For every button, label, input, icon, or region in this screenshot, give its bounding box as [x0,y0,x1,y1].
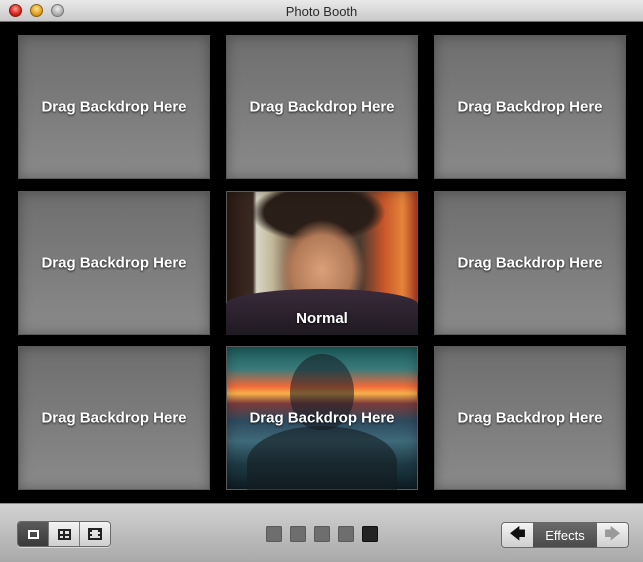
backdrop-drop-tile[interactable]: Drag Backdrop Here [18,346,210,490]
photo-booth-window: Photo Booth Drag Backdrop Here Drag Back… [0,0,643,562]
four-up-mode-button[interactable] [49,522,80,546]
page-dot-current[interactable] [362,526,378,542]
backdrop-drop-tile[interactable]: Drag Backdrop Here [18,35,210,179]
page-dot[interactable] [314,526,330,542]
tile-label: Drag Backdrop Here [41,254,187,272]
movie-icon [88,528,102,540]
bottom-toolbar: 🡄 Effects 🡆 [0,503,643,562]
movie-mode-button[interactable] [80,522,110,546]
effects-control: 🡄 Effects 🡆 [501,522,629,548]
tile-label: Normal [296,310,348,327]
effects-grid: Drag Backdrop Here Drag Backdrop Here Dr… [0,22,643,503]
page-dot[interactable] [338,526,354,542]
page-dot[interactable] [266,526,282,542]
tile-label: Drag Backdrop Here [41,98,187,116]
tile-label: Drag Backdrop Here [249,409,395,427]
backdrop-drop-tile[interactable]: Drag Backdrop Here [226,35,418,179]
sunset-backdrop-tile[interactable]: Drag Backdrop Here [226,346,418,490]
person-silhouette-body [247,426,397,490]
page-dot[interactable] [290,526,306,542]
effects-page-indicator [266,526,378,542]
grid-icon [57,528,71,540]
effects-button[interactable]: Effects [533,523,597,547]
single-photo-icon [27,529,39,539]
next-page-button[interactable]: 🡆 [597,523,628,547]
single-photo-mode-button[interactable] [18,522,49,546]
previous-page-button[interactable]: 🡄 [502,523,533,547]
tile-label: Drag Backdrop Here [457,409,603,427]
title-bar[interactable]: Photo Booth [0,0,643,22]
backdrop-drop-tile[interactable]: Drag Backdrop Here [434,191,626,335]
backdrop-drop-tile[interactable]: Drag Backdrop Here [18,191,210,335]
tile-label: Drag Backdrop Here [457,254,603,272]
window-title: Photo Booth [285,4,358,19]
right-arrow-icon: 🡆 [604,526,621,543]
tile-label: Drag Backdrop Here [41,409,187,427]
tile-label: Drag Backdrop Here [249,98,395,116]
tile-label: Drag Backdrop Here [457,98,603,116]
normal-effect-preview[interactable]: Normal [226,191,418,335]
backdrop-drop-tile[interactable]: Drag Backdrop Here [434,346,626,490]
view-mode-selector [17,521,111,547]
left-arrow-icon: 🡄 [509,526,526,543]
backdrop-drop-tile[interactable]: Drag Backdrop Here [434,35,626,179]
